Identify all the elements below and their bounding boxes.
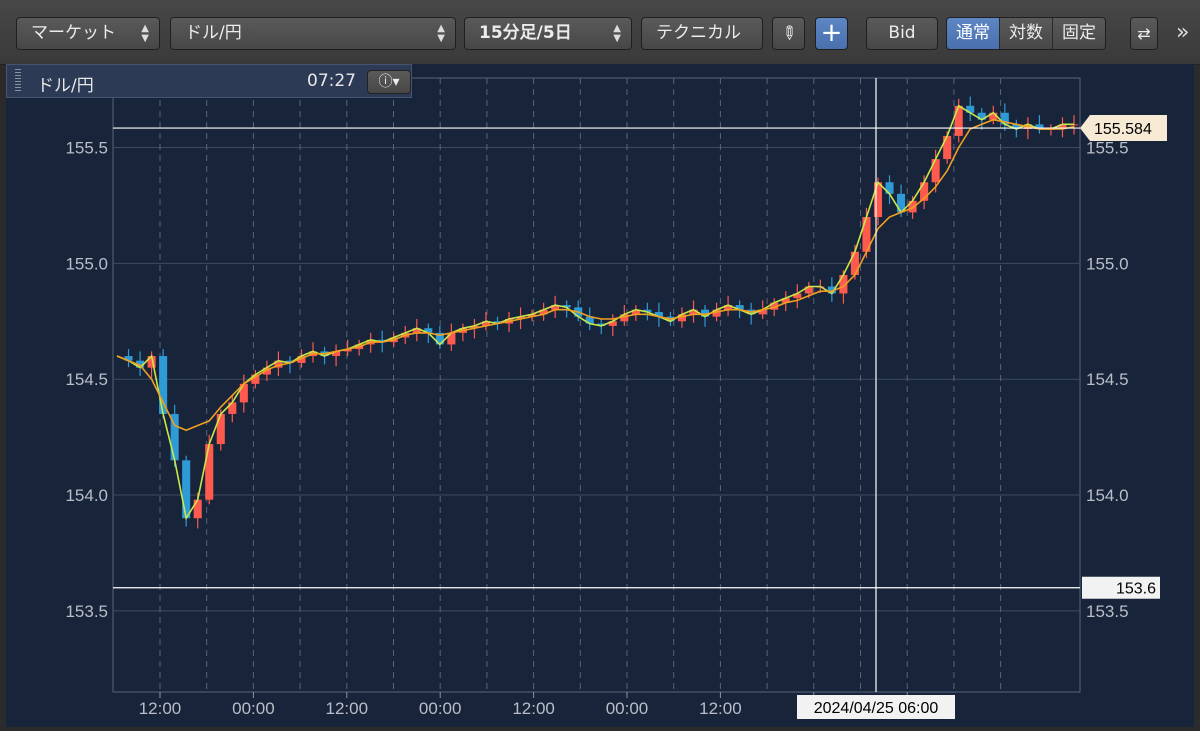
- y-tick-label-right: 154.5: [1086, 370, 1129, 389]
- crosshair-price-label: 153.6: [1116, 581, 1156, 598]
- x-tick-label: 12:00: [139, 699, 182, 718]
- y-tick-label-right: 155.5: [1086, 139, 1129, 158]
- y-tick-label-left: 154.5: [65, 370, 108, 389]
- y-tick-label-right: 153.5: [1086, 602, 1129, 621]
- candle-body: [954, 105, 963, 136]
- y-tick-label-left: 155.5: [65, 139, 108, 158]
- x-tick-label: 12:00: [699, 699, 742, 718]
- candle-body: [447, 332, 456, 345]
- x-tick-label: 12:00: [326, 699, 369, 718]
- info-menu-button[interactable]: ⓘ▾: [367, 70, 411, 94]
- y-tick-label-right: 154.0: [1086, 486, 1129, 505]
- info-icon: ⓘ▾: [378, 74, 400, 90]
- ma-long-line: [116, 118, 1075, 432]
- x-tick-label: 00:00: [232, 699, 275, 718]
- candle-body: [873, 182, 883, 218]
- ma-short-line: [116, 104, 1074, 521]
- candle-body: [205, 444, 214, 500]
- x-tick-label: 00:00: [606, 699, 649, 718]
- candle-body: [943, 135, 952, 160]
- candle-body: [850, 251, 859, 275]
- candle-body: [159, 356, 168, 414]
- y-tick-label-left: 155.0: [65, 254, 108, 273]
- last-price-label: 155.584: [1094, 121, 1152, 138]
- candle-body: [193, 499, 202, 519]
- x-tick-label: 12:00: [512, 699, 555, 718]
- y-tick-label-left: 153.5: [65, 602, 108, 621]
- crosshair-date-label: 2024/04/25 06:00: [814, 700, 939, 717]
- candle-body: [182, 460, 191, 519]
- candle-body: [216, 413, 225, 445]
- legend-symbol: ドル/円: [37, 76, 94, 96]
- price-chart[interactable]: 153.5 153.5 154.0 154.0 154.5 154.5 155.0 155.0…: [0, 0, 1200, 731]
- x-tick-label: 00:00: [419, 699, 462, 718]
- y-tick-label-right: 155.0: [1086, 254, 1129, 273]
- legend-time: 07:27: [307, 71, 356, 91]
- candle-body: [931, 159, 940, 183]
- chart-legend[interactable]: ドル/円 07:27 ⓘ▾: [6, 64, 412, 98]
- drag-handle-icon[interactable]: [15, 69, 21, 93]
- y-tick-label-left: 154.0: [65, 486, 108, 505]
